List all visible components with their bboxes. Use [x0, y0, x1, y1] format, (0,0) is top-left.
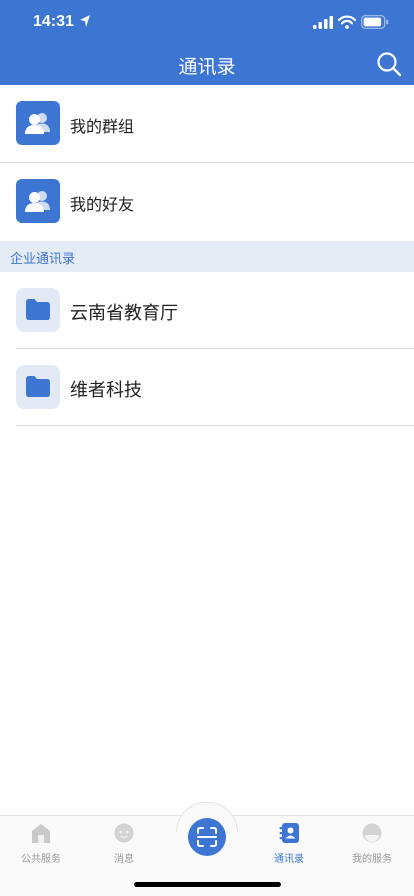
- tab-label: 消息: [114, 854, 134, 865]
- org-label: 维者科技: [70, 380, 142, 401]
- page-title: 通讯录: [178, 56, 236, 78]
- my-friends-row[interactable]: 我的好友: [0, 163, 414, 241]
- friends-icon: [16, 179, 60, 223]
- folder-icon: [16, 365, 60, 409]
- tab-messages[interactable]: 消息: [89, 822, 159, 866]
- contacts-icon: [279, 823, 299, 843]
- tab-label: 通讯录: [274, 854, 304, 865]
- tab-my-services[interactable]: 我的服务: [337, 822, 407, 866]
- chat-icon: [114, 823, 134, 843]
- tab-public-services[interactable]: 公共服务: [6, 822, 76, 866]
- my-groups-label: 我的群组: [70, 117, 135, 136]
- org-item[interactable]: 云南省教育厅: [0, 272, 414, 349]
- group-icon: [16, 101, 60, 145]
- status-bar: 14:31: [0, 0, 414, 44]
- divider: [16, 425, 414, 426]
- wifi-icon: [338, 15, 356, 29]
- scan-icon: [197, 827, 217, 847]
- home-indicator: [134, 882, 281, 887]
- battery-icon: [361, 15, 389, 29]
- cellular-signal-icon: [313, 16, 333, 29]
- tab-contacts[interactable]: 通讯录: [254, 822, 324, 866]
- org-item[interactable]: 维者科技: [0, 349, 414, 426]
- status-time: 14:31: [33, 13, 74, 30]
- tab-label: 公共服务: [21, 854, 61, 865]
- my-friends-label: 我的好友: [70, 195, 135, 214]
- section-header: 企业通讯录: [0, 241, 414, 272]
- building-icon: [32, 824, 50, 843]
- folder-icon: [16, 288, 60, 332]
- search-icon[interactable]: [376, 51, 402, 77]
- section-label: 企业通讯录: [10, 252, 76, 267]
- profile-icon: [362, 823, 382, 843]
- location-arrow-icon: [80, 15, 90, 27]
- tab-label: 我的服务: [352, 854, 392, 865]
- app-header: 14:31 通讯录: [0, 0, 414, 85]
- org-label: 云南省教育厅: [70, 303, 178, 324]
- my-groups-row[interactable]: 我的群组: [0, 85, 414, 163]
- scan-button[interactable]: [188, 818, 226, 856]
